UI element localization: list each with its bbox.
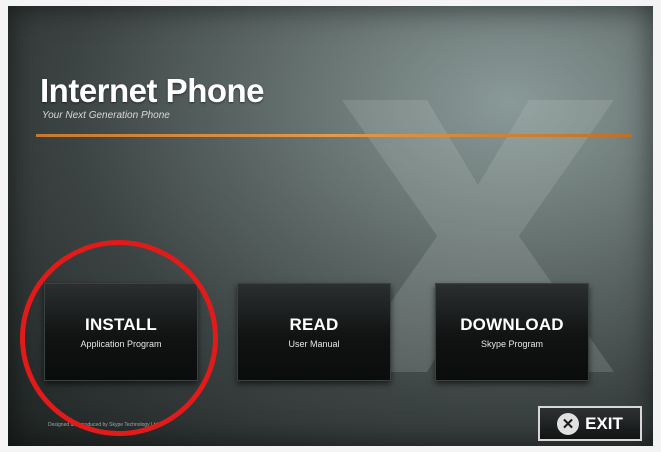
app-title: Internet Phone <box>40 72 265 109</box>
read-button[interactable]: READ User Manual <box>237 283 391 381</box>
download-button-label: DOWNLOAD <box>460 315 564 334</box>
read-button-label: READ <box>289 315 339 334</box>
read-button-sublabel: User Manual <box>288 339 340 349</box>
download-button[interactable]: DOWNLOAD Skype Program <box>435 283 589 381</box>
install-button[interactable]: INSTALL Application Program <box>44 283 198 381</box>
exit-button[interactable]: ✕ EXIT <box>538 406 642 441</box>
x-circle-icon: ✕ <box>557 412 580 435</box>
install-button-label: INSTALL <box>85 315 157 334</box>
installer-window: Internet Phone Your Next Generation Phon… <box>8 6 653 446</box>
download-button-sublabel: Skype Program <box>480 339 544 349</box>
app-subtitle: Your Next Generation Phone <box>42 110 170 121</box>
accent-divider <box>36 134 631 137</box>
footer-text: Designed and produced by Skype Technolog… <box>48 422 160 428</box>
exit-button-label: EXIT <box>585 413 623 433</box>
install-button-sublabel: Application Program <box>80 339 162 349</box>
